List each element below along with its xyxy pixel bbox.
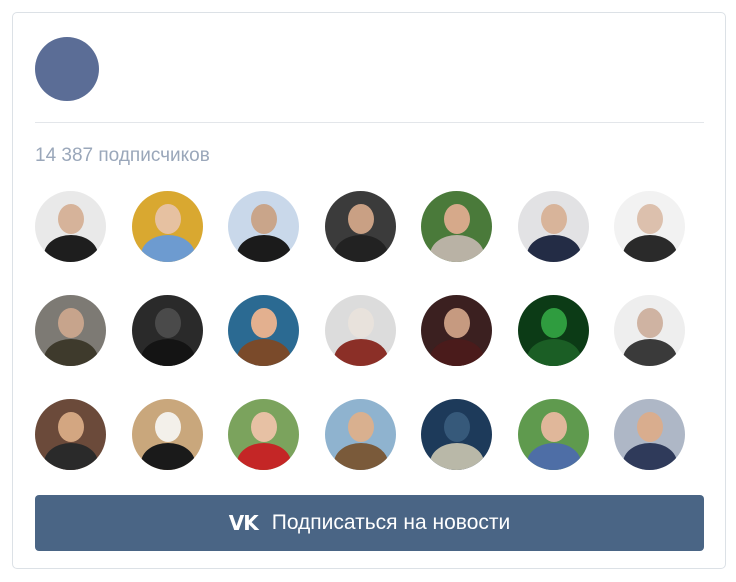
follower-avatar[interactable] bbox=[518, 295, 589, 366]
follower-avatar[interactable] bbox=[228, 399, 299, 470]
subscribe-button-label: Подписаться на новости bbox=[271, 511, 511, 534]
vk-logo-icon: VK bbox=[228, 511, 259, 535]
follower-avatar[interactable] bbox=[614, 191, 685, 262]
community-widget: 14 387 подписчиков VK Подписаться на нов… bbox=[12, 12, 726, 569]
avatar-head-shape bbox=[348, 204, 374, 234]
avatar-head-shape bbox=[444, 412, 470, 442]
follower-avatar[interactable] bbox=[421, 295, 492, 366]
avatar-head-shape bbox=[541, 412, 567, 442]
avatar-head-shape bbox=[637, 308, 663, 338]
follower-avatar[interactable] bbox=[132, 191, 203, 262]
subscribe-button[interactable]: VK Подписаться на новости bbox=[35, 495, 704, 551]
follower-avatar[interactable] bbox=[132, 399, 203, 470]
follower-avatar[interactable] bbox=[325, 399, 396, 470]
avatar-head-shape bbox=[444, 308, 470, 338]
avatar-head-shape bbox=[348, 412, 374, 442]
avatar-head-shape bbox=[541, 308, 567, 338]
divider bbox=[35, 122, 704, 123]
avatar-head-shape bbox=[637, 204, 663, 234]
avatar-head-shape bbox=[251, 308, 277, 338]
follower-avatar[interactable] bbox=[132, 295, 203, 366]
avatar-head-shape bbox=[58, 412, 84, 442]
follower-avatar[interactable] bbox=[421, 191, 492, 262]
avatar-head-shape bbox=[541, 204, 567, 234]
follower-avatar[interactable] bbox=[325, 295, 396, 366]
avatar-head-shape bbox=[348, 308, 374, 338]
follower-avatar[interactable] bbox=[614, 295, 685, 366]
followers-row bbox=[35, 399, 715, 471]
avatar-head-shape bbox=[58, 308, 84, 338]
avatar-head-shape bbox=[155, 308, 181, 338]
follower-avatar[interactable] bbox=[325, 191, 396, 262]
follower-avatar[interactable] bbox=[35, 399, 106, 470]
followers-row bbox=[35, 191, 715, 263]
avatar-head-shape bbox=[155, 412, 181, 442]
avatar-head-shape bbox=[58, 204, 84, 234]
followers-row bbox=[35, 295, 715, 367]
subscribers-count[interactable]: 14 387 подписчиков bbox=[35, 142, 210, 170]
avatar-head-shape bbox=[251, 204, 277, 234]
follower-avatar[interactable] bbox=[421, 399, 492, 470]
avatar-head-shape bbox=[637, 412, 663, 442]
avatar-head-shape bbox=[444, 204, 470, 234]
avatar-head-shape bbox=[251, 412, 277, 442]
community-avatar[interactable] bbox=[35, 37, 99, 101]
follower-avatar[interactable] bbox=[518, 191, 589, 262]
follower-avatar[interactable] bbox=[614, 399, 685, 470]
avatar-head-shape bbox=[155, 204, 181, 234]
follower-avatar[interactable] bbox=[35, 191, 106, 262]
follower-avatar[interactable] bbox=[518, 399, 589, 470]
follower-avatar[interactable] bbox=[228, 295, 299, 366]
follower-avatar[interactable] bbox=[35, 295, 106, 366]
follower-avatar[interactable] bbox=[228, 191, 299, 262]
